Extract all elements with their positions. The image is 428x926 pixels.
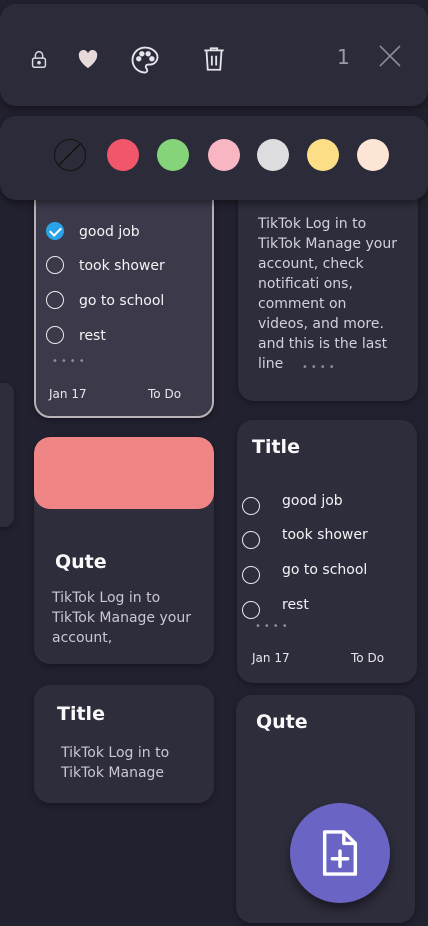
checkbox[interactable] xyxy=(46,326,64,344)
note-card-checklist[interactable]: Title good job took shower go to school … xyxy=(237,420,417,683)
more-dots: •••• xyxy=(52,356,88,367)
color-swatch-none[interactable] xyxy=(54,139,86,171)
checklist-item-label: took shower xyxy=(282,527,368,543)
note-title: Qute xyxy=(55,551,107,573)
note-status: To Do xyxy=(148,387,182,401)
note-status: To Do xyxy=(351,651,385,665)
color-swatch-yellow[interactable] xyxy=(307,139,339,171)
checklist-item-label: rest xyxy=(282,597,309,613)
checklist-item-label: good job xyxy=(282,493,343,509)
checklist-item[interactable]: took shower xyxy=(237,527,417,552)
color-swatch-peach[interactable] xyxy=(357,139,389,171)
trash-icon xyxy=(204,47,224,71)
note-body: TikTok Log in to TikTok Manage xyxy=(61,745,170,781)
checklist-item[interactable]: good job xyxy=(237,493,417,518)
color-swatch-gray[interactable] xyxy=(257,139,289,171)
checklist-item[interactable]: go to school xyxy=(36,290,212,314)
color-swatch-red[interactable] xyxy=(107,139,139,171)
checklist-item-label: took shower xyxy=(79,258,165,274)
add-note-button[interactable] xyxy=(290,803,390,903)
color-palette xyxy=(0,116,428,200)
delete-button[interactable] xyxy=(198,42,230,76)
note-color-header xyxy=(34,437,214,509)
note-card-checklist-selected[interactable]: good job took shower go to school rest •… xyxy=(34,180,214,418)
checkbox[interactable] xyxy=(242,497,260,515)
heart-icon xyxy=(78,49,98,69)
note-body: TikTok Log in to TikTok Manage your acco… xyxy=(258,216,397,372)
note-card-text[interactable]: Title TikTok Log in to TikTok Manage xyxy=(34,685,214,803)
close-icon xyxy=(379,45,401,67)
favorite-button[interactable] xyxy=(74,46,102,72)
note-date: Jan 17 xyxy=(252,651,290,665)
checklist-item[interactable]: took shower xyxy=(36,255,212,279)
checkbox[interactable] xyxy=(242,601,260,619)
checkbox[interactable] xyxy=(242,531,260,549)
more-dots: •••• xyxy=(302,362,338,373)
note-card-text[interactable]: TikTok Log in to TikTok Manage your acco… xyxy=(238,180,418,401)
palette-icon xyxy=(131,46,159,74)
checkbox[interactable] xyxy=(46,256,64,274)
lock-icon xyxy=(31,50,47,68)
more-dots: •••• xyxy=(255,621,291,632)
color-swatch-green[interactable] xyxy=(157,139,189,171)
checklist-item[interactable]: go to school xyxy=(237,562,417,587)
checklist-item-label: good job xyxy=(79,224,140,240)
checklist-item[interactable]: rest xyxy=(36,325,212,349)
checklist-item-label: rest xyxy=(79,328,106,344)
selected-count: 1 xyxy=(337,45,350,69)
selection-toolbar: 1 xyxy=(0,4,428,106)
checkbox-checked[interactable] xyxy=(46,222,64,240)
note-body: TikTok Log in to TikTok Manage your acco… xyxy=(52,590,191,646)
checklist-item[interactable]: rest xyxy=(237,597,417,622)
note-title: Title xyxy=(252,436,300,458)
note-title: Qute xyxy=(256,711,308,733)
checklist-item-label: go to school xyxy=(79,293,165,309)
checkbox[interactable] xyxy=(242,566,260,584)
note-date: Jan 17 xyxy=(49,387,87,401)
note-card-quote[interactable]: Qute TikTok Log in to TikTok Manage your… xyxy=(34,437,214,664)
no-color-icon xyxy=(58,143,81,166)
note-title: Title xyxy=(57,703,105,725)
checklist-item[interactable]: good job xyxy=(36,221,212,245)
checkbox[interactable] xyxy=(46,291,64,309)
checklist-item-label: go to school xyxy=(282,562,368,578)
color-swatch-pink[interactable] xyxy=(208,139,240,171)
lock-button[interactable] xyxy=(26,46,52,72)
color-button[interactable] xyxy=(128,43,162,77)
close-button[interactable] xyxy=(376,42,404,70)
add-note-icon xyxy=(322,830,358,876)
partial-note-card[interactable] xyxy=(0,383,14,527)
